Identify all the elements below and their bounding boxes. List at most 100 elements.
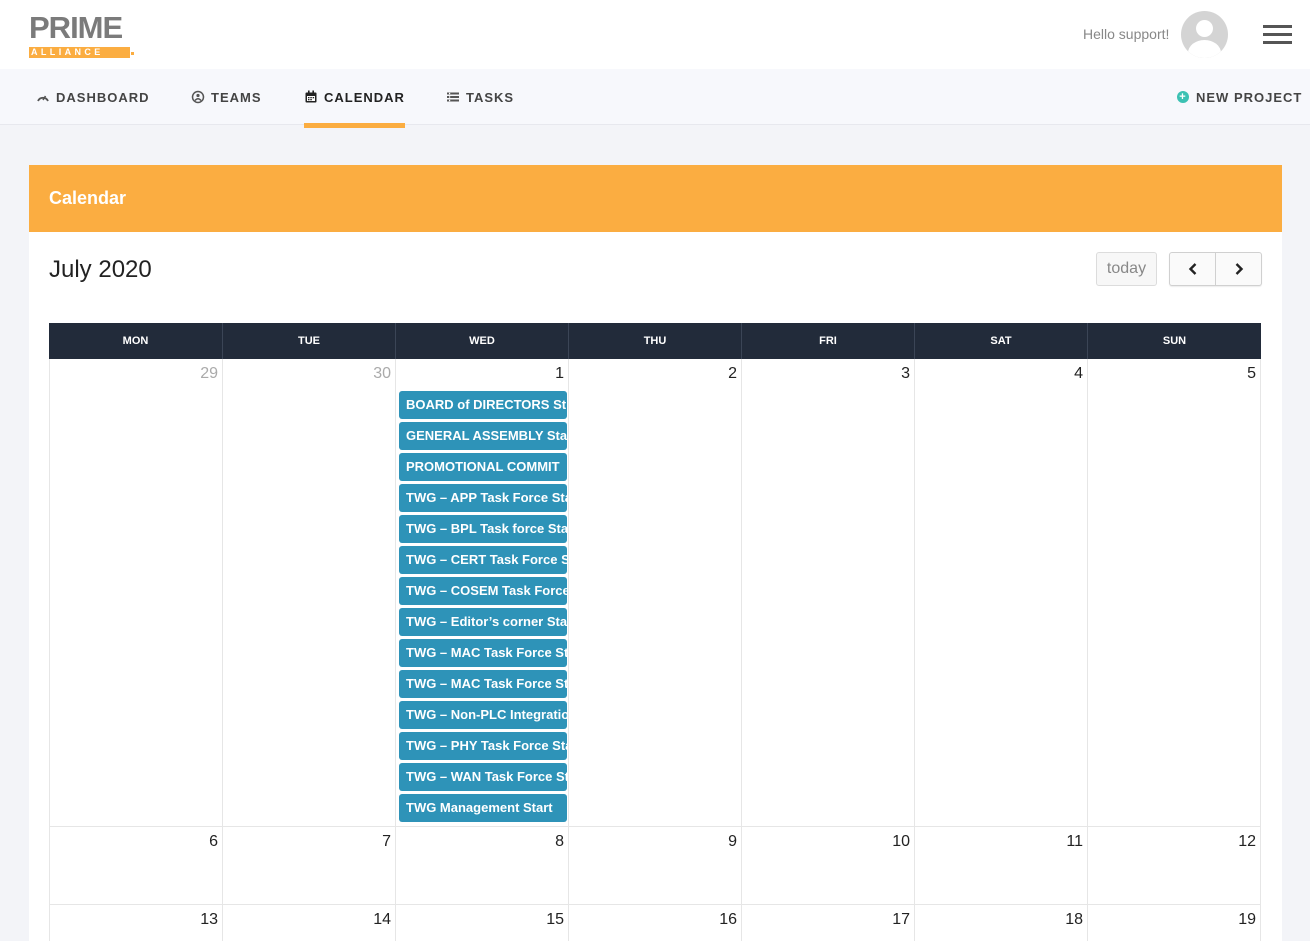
calendar-event[interactable]: TWG – MAC Task Force St (399, 639, 567, 667)
day-cell[interactable]: 8 (395, 827, 568, 904)
day-number: 10 (892, 833, 910, 850)
avatar-body-shape (1188, 40, 1221, 58)
nav-dashboard[interactable]: DASHBOARD (36, 69, 150, 125)
day-cell[interactable]: 15 (395, 905, 568, 941)
nav-teams-label: TEAMS (211, 89, 262, 105)
nav-calendar-label: CALENDAR (324, 89, 405, 105)
next-month-button[interactable] (1216, 253, 1262, 285)
day-cell[interactable]: 29 (49, 359, 222, 826)
hamburger-menu-icon[interactable] (1263, 25, 1292, 45)
top-bar: PRIME ALLIANCE Hello support! (0, 0, 1310, 69)
calendar-event[interactable]: TWG – WAN Task Force St (399, 763, 567, 791)
day-cell[interactable]: 4 (914, 359, 1087, 826)
calendar-event[interactable]: TWG Management Start (399, 794, 567, 822)
day-number: 9 (728, 833, 737, 850)
calendar-card-body: July 2020 today MON TUE WED THU FRI SAT … (29, 232, 1282, 941)
day-cell[interactable]: 18 (914, 905, 1087, 941)
nav-tasks[interactable]: TASKS (446, 69, 514, 125)
day-cell[interactable]: 12 (1087, 827, 1261, 904)
calendar-event[interactable]: BOARD of DIRECTORS St (399, 391, 567, 419)
chevron-left-icon (1188, 263, 1196, 275)
day-number: 30 (373, 365, 391, 382)
new-project-button[interactable]: + NEW PROJECT (1177, 69, 1302, 125)
calendar-event[interactable]: TWG – APP Task Force Sta (399, 484, 567, 512)
day-number: 12 (1238, 833, 1256, 850)
weekday-header-row: MON TUE WED THU FRI SAT SUN (49, 323, 1261, 359)
nav-dashboard-label: DASHBOARD (56, 89, 150, 105)
day-cell[interactable]: 6 (49, 827, 222, 904)
day-number: 6 (209, 833, 218, 850)
logo-dot (131, 52, 134, 55)
card-title: Calendar (49, 188, 127, 208)
weekday-sun: SUN (1087, 323, 1261, 359)
day-cell[interactable]: 1 BOARD of DIRECTORS St GENERAL ASSEMBLY… (395, 359, 568, 826)
calendar-event[interactable]: TWG – PHY Task Force Sta (399, 732, 567, 760)
day-cell[interactable]: 2 (568, 359, 741, 826)
logo-alliance-text: ALLIANCE (29, 47, 130, 58)
day-cell[interactable]: 11 (914, 827, 1087, 904)
day-cell[interactable]: 30 (222, 359, 395, 826)
calendar-event[interactable]: TWG – BPL Task force Star (399, 515, 567, 543)
new-project-label: NEW PROJECT (1196, 89, 1303, 105)
greeting-text: Hello support! (1083, 26, 1170, 42)
teams-icon (191, 90, 205, 104)
tasks-icon (447, 92, 459, 102)
calendar-event[interactable]: PROMOTIONAL COMMIT (399, 453, 567, 481)
day-number: 7 (382, 833, 391, 850)
nav-calendar[interactable]: CALENDAR (304, 69, 405, 128)
plus-circle-icon: + (1177, 91, 1189, 103)
day-cell[interactable]: 10 (741, 827, 914, 904)
calendar-event[interactable]: TWG – Non-PLC Integratio (399, 701, 567, 729)
day-cell[interactable]: 14 (222, 905, 395, 941)
day-number: 19 (1238, 911, 1256, 928)
calendar-event[interactable]: TWG – Editor’s corner Sta (399, 608, 567, 636)
day-number: 2 (728, 365, 737, 382)
day-cell[interactable]: 13 (49, 905, 222, 941)
calendar-icon (305, 90, 317, 103)
day-cell[interactable]: 7 (222, 827, 395, 904)
calendar-card-header: Calendar (29, 165, 1282, 232)
day-number: 4 (1074, 365, 1083, 382)
calendar-event[interactable]: TWG – COSEM Task Force (399, 577, 567, 605)
calendar-event[interactable]: TWG – CERT Task Force S (399, 546, 567, 574)
day-number: 3 (901, 365, 910, 382)
day-cell[interactable]: 9 (568, 827, 741, 904)
day-number: 18 (1065, 911, 1083, 928)
day-number: 14 (373, 911, 391, 928)
weekday-wed: WED (395, 323, 568, 359)
main-nav: DASHBOARD TEAMS CALENDAR TASKS + NEW PRO… (0, 69, 1310, 128)
nav-tasks-label: TASKS (466, 89, 515, 105)
month-title: July 2020 (49, 256, 152, 283)
weekday-sat: SAT (914, 323, 1087, 359)
prime-alliance-logo[interactable]: PRIME ALLIANCE (29, 12, 139, 58)
day-number: 1 (555, 365, 564, 382)
avatar-head-shape (1196, 20, 1213, 37)
weekday-tue: TUE (222, 323, 395, 359)
calendar-event[interactable]: TWG – MAC Task Force St (399, 670, 567, 698)
day-number: 13 (200, 911, 218, 928)
day-cell[interactable]: 17 (741, 905, 914, 941)
day-cell[interactable]: 3 (741, 359, 914, 826)
nav-teams[interactable]: TEAMS (191, 69, 262, 125)
day-number: 11 (1066, 833, 1083, 850)
gauge-icon (37, 95, 49, 102)
avatar[interactable] (1181, 11, 1228, 58)
day-cell[interactable]: 5 (1087, 359, 1261, 826)
day-number: 8 (555, 833, 564, 850)
week-row: 13 14 15 16 17 18 19 (49, 905, 1261, 941)
chevron-right-icon (1235, 263, 1244, 275)
prev-month-button[interactable] (1170, 253, 1216, 285)
day-number: 5 (1247, 365, 1256, 382)
calendar-event[interactable]: GENERAL ASSEMBLY Star (399, 422, 567, 450)
weekday-fri: FRI (741, 323, 914, 359)
day-cell[interactable]: 16 (568, 905, 741, 941)
day-number: 29 (200, 365, 218, 382)
day-cell[interactable]: 19 (1087, 905, 1261, 941)
day-number: 15 (546, 911, 564, 928)
today-button[interactable]: today (1096, 252, 1157, 286)
month-nav-buttons (1169, 252, 1262, 286)
week-row: 6 7 8 9 10 11 12 (49, 827, 1261, 905)
weekday-thu: THU (568, 323, 741, 359)
day-number: 16 (719, 911, 737, 928)
weekday-mon: MON (122, 335, 149, 347)
